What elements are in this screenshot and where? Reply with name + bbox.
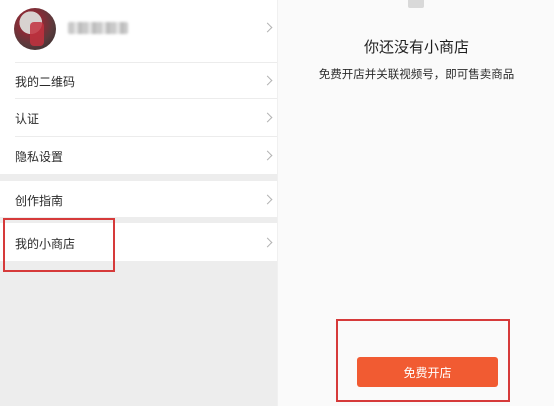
chevron-right-icon xyxy=(262,237,273,248)
status-mark xyxy=(408,0,424,8)
menu-group-account: 我的二维码 认证 隐私设置 xyxy=(0,0,277,174)
shop-panel: 你还没有小商店 免费开店并关联视频号，即可售卖商品 免费开店 xyxy=(277,0,554,406)
menu-item-label: 隐私设置 xyxy=(15,150,64,164)
menu-group-guide: 创作指南 xyxy=(0,181,277,217)
shop-empty-description: 免费开店并关联视频号，即可售卖商品 xyxy=(318,67,515,81)
menu-item-guide[interactable]: 创作指南 xyxy=(0,181,277,217)
open-shop-button[interactable]: 免费开店 xyxy=(357,357,498,387)
chevron-right-icon xyxy=(262,112,273,123)
menu-item-verify[interactable]: 认证 xyxy=(0,98,277,136)
chevron-right-icon xyxy=(262,150,273,161)
avatar xyxy=(14,8,56,50)
profile-name-obscured xyxy=(68,22,128,34)
chevron-right-icon xyxy=(262,22,273,33)
chevron-right-icon xyxy=(262,75,273,86)
menu-item-label: 我的二维码 xyxy=(15,75,76,89)
menu-item-label: 创作指南 xyxy=(15,194,64,208)
menu-item-qrcode[interactable]: 我的二维码 xyxy=(0,62,277,98)
settings-panel: 我的二维码 认证 隐私设置 创作指南 我的小商店 xyxy=(0,0,277,406)
profile-row[interactable] xyxy=(0,0,277,62)
chevron-right-icon xyxy=(262,194,273,205)
menu-item-label: 认证 xyxy=(15,112,40,126)
highlight-annotation-shop xyxy=(3,218,115,272)
shop-empty-title: 你还没有小商店 xyxy=(363,38,469,56)
menu-item-privacy[interactable]: 隐私设置 xyxy=(0,136,277,174)
